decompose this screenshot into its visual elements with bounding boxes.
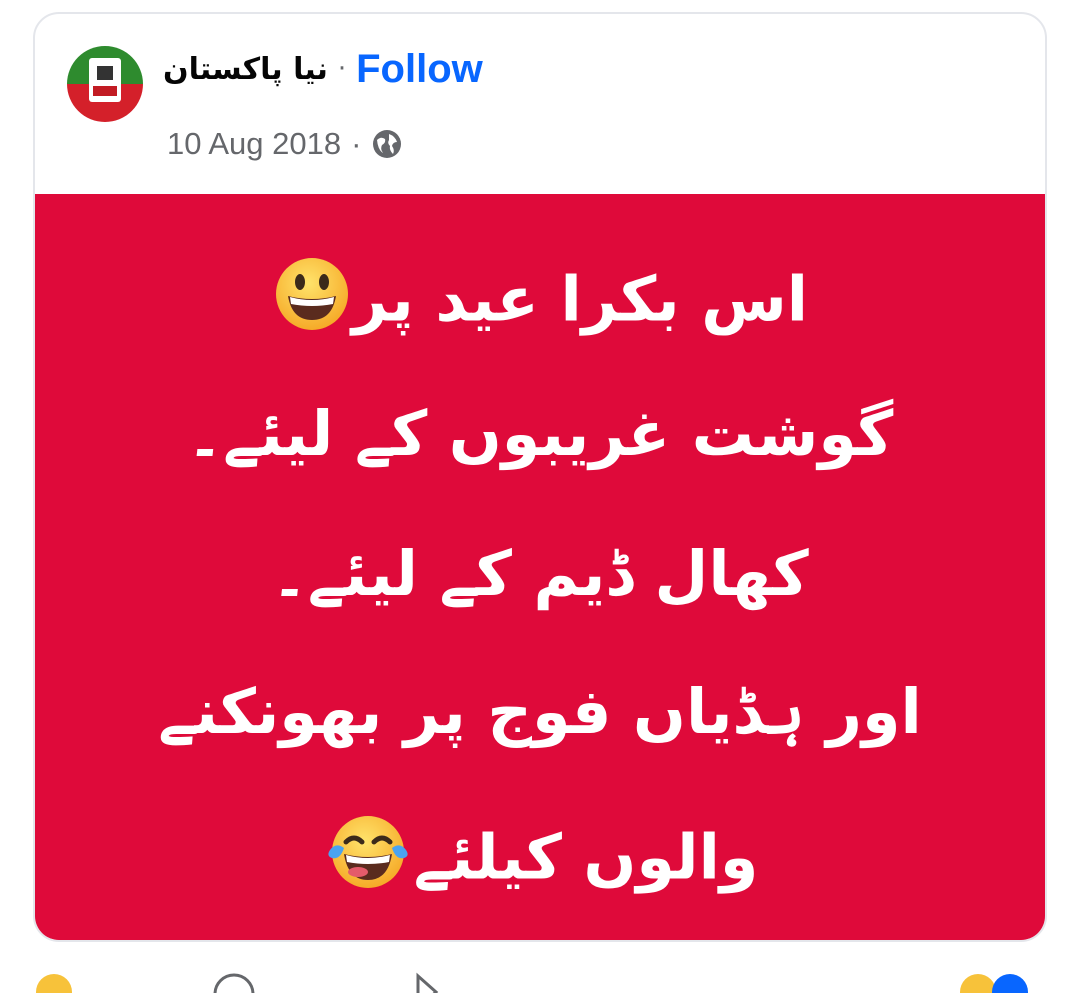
post-card: نیا پاکستان · Follow 10 Aug 2018 · اس بک…: [33, 12, 1047, 942]
post-header: نیا پاکستان · Follow 10 Aug 2018 ·: [35, 14, 1045, 194]
name-separator: ·: [337, 54, 347, 84]
post-text-line: اس بکرا عید پر: [35, 254, 1045, 353]
post-text-line: اور ہڈیاں فوج پر بھونکنے: [35, 672, 1045, 752]
reaction-emoji-icon[interactable]: [34, 972, 74, 993]
post-text-line-4: اور ہڈیاں فوج پر بھونکنے: [158, 675, 922, 748]
share-icon[interactable]: [396, 972, 440, 993]
post-meta: 10 Aug 2018 ·: [167, 122, 403, 166]
post-text-line-3: کھال ڈیم کے لیئے۔: [271, 537, 809, 610]
post-text-line-2: گوشت غریبوں کے لیئے۔: [186, 397, 894, 470]
page-name[interactable]: نیا پاکستان: [163, 52, 328, 87]
reaction-summary-icon[interactable]: [958, 972, 1044, 993]
comment-icon[interactable]: [212, 972, 256, 993]
post-image[interactable]: اس بکرا عید پر گوشت غریبوں کے لیئے۔ کھال…: [35, 194, 1045, 940]
tears-of-joy-emoji: [322, 812, 414, 911]
follow-button[interactable]: Follow: [356, 47, 483, 92]
post-text-line: گوشت غریبوں کے لیئے۔: [35, 394, 1045, 474]
post-text-line-5: والوں کیلئے: [413, 820, 759, 894]
post-text-line: والوں کیلئے: [35, 812, 1045, 911]
post-text-line-1: اس بکرا عید پر: [351, 262, 809, 336]
page-avatar[interactable]: [67, 46, 143, 122]
post-actions-bar: [0, 950, 1079, 993]
post-text-line: کھال ڈیم کے لیئے۔: [35, 534, 1045, 614]
header-name-row: نیا پاکستان · Follow: [163, 44, 483, 94]
meta-separator: ·: [351, 126, 362, 161]
grinning-face-emoji: [272, 254, 352, 353]
globe-icon: [371, 128, 403, 160]
post-date[interactable]: 10 Aug 2018: [167, 126, 341, 162]
